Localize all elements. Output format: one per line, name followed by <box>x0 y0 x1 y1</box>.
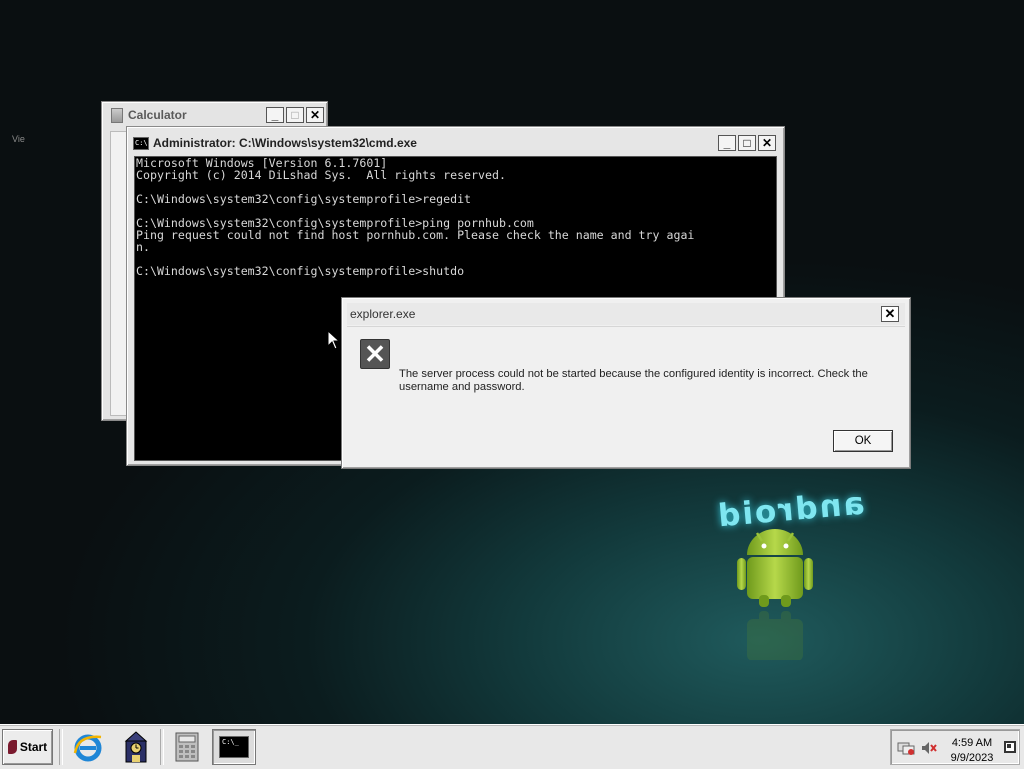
taskbar: Start C:\_ 4:59 AM 9/9/2023 <box>0 724 1024 769</box>
cmd-title: Administrator: C:\Windows\system32\cmd.e… <box>153 136 417 150</box>
internet-explorer-icon <box>73 734 102 762</box>
console-line: Copyright (c) 2014 DiLshad Sys. All righ… <box>136 168 506 182</box>
cmd-close-button[interactable]: ✕ <box>758 135 776 151</box>
taskbar-separator <box>160 729 164 765</box>
calculator-minimize-button[interactable]: _ <box>266 107 284 123</box>
cmd-minimize-button[interactable]: _ <box>718 135 736 151</box>
mouse-cursor-icon <box>327 330 341 350</box>
console-line: Ping request could not find host pornhub… <box>136 228 695 242</box>
dialog-message: The server process could not be started … <box>399 368 868 393</box>
calculator-close-button[interactable]: ✕ <box>306 107 324 123</box>
cmd-maximize-button[interactable]: □ <box>738 135 756 151</box>
cmd-task-button[interactable]: C:\_ <box>212 729 256 765</box>
clock-time: 4:59 AM <box>951 737 993 749</box>
error-dialog[interactable]: explorer.exe ✕ ✕ The server process coul… <box>341 297 911 469</box>
cmd-icon: C:\_ <box>219 736 249 758</box>
calculator-icon <box>175 732 199 762</box>
dialog-title: explorer.exe <box>350 307 416 321</box>
console-line: C:\Windows\system32\config\systemprofile… <box>136 192 472 206</box>
calculator-task-button[interactable] <box>165 729 209 765</box>
clock-date: 9/9/2023 <box>950 752 994 764</box>
start-button[interactable]: Start <box>2 729 53 765</box>
calculator-title: Calculator <box>128 108 187 122</box>
console-input-line[interactable]: C:\Windows\system32\config\systemprofile… <box>135 265 776 277</box>
ok-button[interactable]: OK <box>833 430 893 452</box>
clock-tower-icon <box>124 731 148 763</box>
volume-muted-icon[interactable] <box>921 741 937 755</box>
dialog-titlebar[interactable]: explorer.exe ✕ <box>347 303 905 325</box>
error-icon: ✕ <box>360 339 390 369</box>
dialog-close-button[interactable]: ✕ <box>881 306 899 322</box>
dialog-body: ✕ The server process could not be starte… <box>347 326 905 463</box>
cmd-icon: C:\ <box>133 136 149 150</box>
network-icon[interactable] <box>897 740 915 756</box>
calculator-icon <box>111 107 123 123</box>
taskbar-separator <box>59 729 63 765</box>
cmd-titlebar[interactable]: C:\ Administrator: C:\Windows\system32\c… <box>133 133 776 153</box>
calculator-menu-view[interactable]: Vie <box>12 134 25 144</box>
system-tray: 4:59 AM 9/9/2023 <box>890 729 1020 765</box>
start-flag-icon <box>7 740 17 754</box>
calculator-titlebar[interactable]: Calculator _ □ ✕ <box>105 105 324 125</box>
show-desktop-button[interactable] <box>1004 741 1016 753</box>
clock-tower-button[interactable] <box>114 729 158 765</box>
internet-explorer-button[interactable] <box>66 729 110 765</box>
android-robot-image <box>737 529 813 660</box>
start-label: Start <box>19 740 48 754</box>
console-line: n. <box>136 240 150 254</box>
calculator-maximize-button[interactable]: □ <box>286 107 304 123</box>
taskbar-clock[interactable]: 4:59 AM 9/9/2023 <box>945 736 999 766</box>
